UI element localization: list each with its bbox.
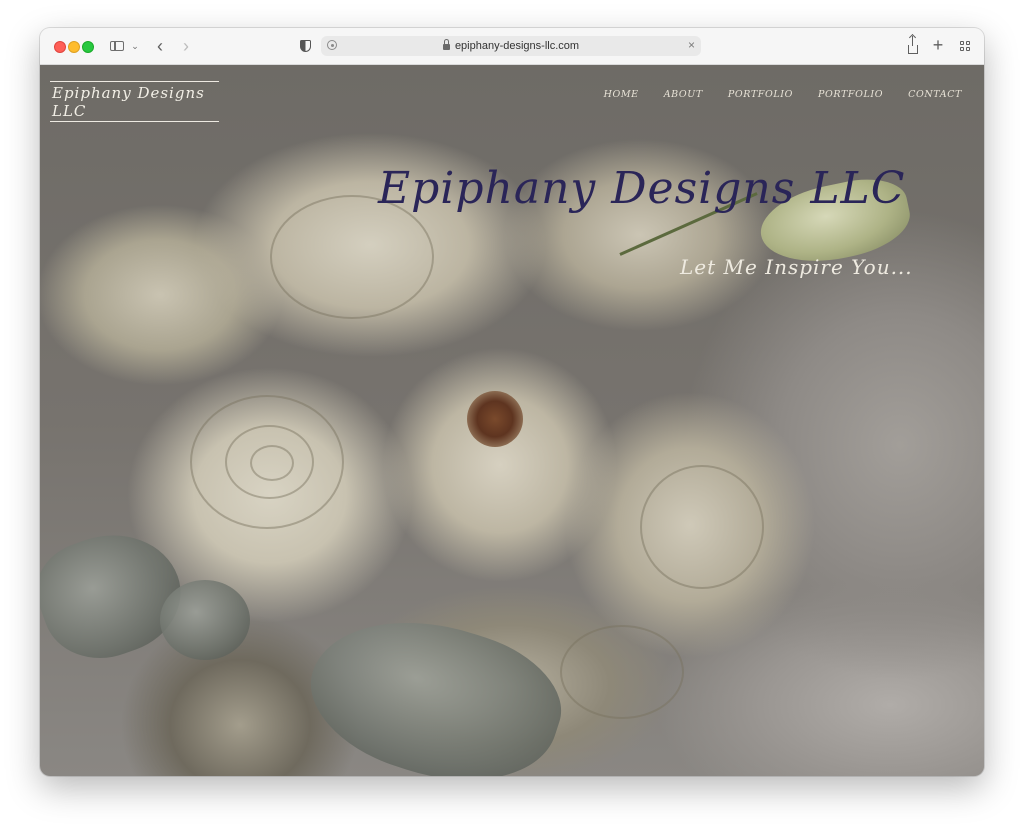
forward-arrow-icon[interactable]: › bbox=[178, 36, 194, 56]
shield-icon[interactable] bbox=[298, 36, 312, 56]
lock-icon bbox=[442, 39, 450, 50]
chevron-down-icon[interactable]: ⌄ bbox=[130, 36, 140, 56]
flower-center bbox=[467, 391, 523, 447]
leaf bbox=[160, 580, 250, 660]
leaf bbox=[292, 590, 578, 776]
rose-swirl bbox=[640, 465, 764, 589]
nav-item-portfolio[interactable]: PORTFOLIO bbox=[728, 89, 793, 100]
site-logo[interactable]: Epiphany Designs LLC bbox=[50, 81, 219, 122]
hero-subtitle: Let Me Inspire You... bbox=[680, 255, 913, 279]
nav-item-home[interactable]: HOME bbox=[604, 89, 639, 100]
tab-overview-icon[interactable] bbox=[958, 36, 972, 56]
main-nav: HOME ABOUT PORTFOLIO PORTFOLIO CONTACT bbox=[604, 89, 962, 100]
extension-icon[interactable] bbox=[327, 40, 337, 50]
site-logo-text: Epiphany Designs LLC bbox=[52, 84, 205, 120]
back-arrow-icon[interactable]: ‹ bbox=[152, 36, 168, 56]
zoom-window-button[interactable] bbox=[82, 41, 94, 53]
url-text[interactable]: epiphany-designs-llc.com bbox=[455, 40, 579, 52]
close-window-button[interactable] bbox=[54, 41, 66, 53]
hero-title: Epiphany Designs LLC bbox=[378, 163, 906, 214]
browser-toolbar: ⌄ ‹ › epiphany-designs-llc.com × + bbox=[40, 28, 984, 65]
share-icon[interactable] bbox=[906, 35, 920, 56]
sidebar-icon[interactable] bbox=[110, 41, 124, 51]
rose-swirl bbox=[250, 445, 294, 481]
nav-item-portfolio-2[interactable]: PORTFOLIO bbox=[818, 89, 883, 100]
hero-section: Epiphany Designs LLC HOME ABOUT PORTFOLI… bbox=[40, 65, 984, 776]
close-icon[interactable]: × bbox=[688, 38, 695, 52]
nav-item-about[interactable]: ABOUT bbox=[664, 89, 703, 100]
browser-window: ⌄ ‹ › epiphany-designs-llc.com × + Epiph… bbox=[40, 28, 984, 776]
address-bar[interactable]: epiphany-designs-llc.com × bbox=[321, 36, 701, 56]
plus-icon[interactable]: + bbox=[931, 35, 945, 55]
minimize-window-button[interactable] bbox=[68, 41, 80, 53]
rose-swirl bbox=[560, 625, 684, 719]
nav-item-contact[interactable]: CONTACT bbox=[908, 89, 962, 100]
